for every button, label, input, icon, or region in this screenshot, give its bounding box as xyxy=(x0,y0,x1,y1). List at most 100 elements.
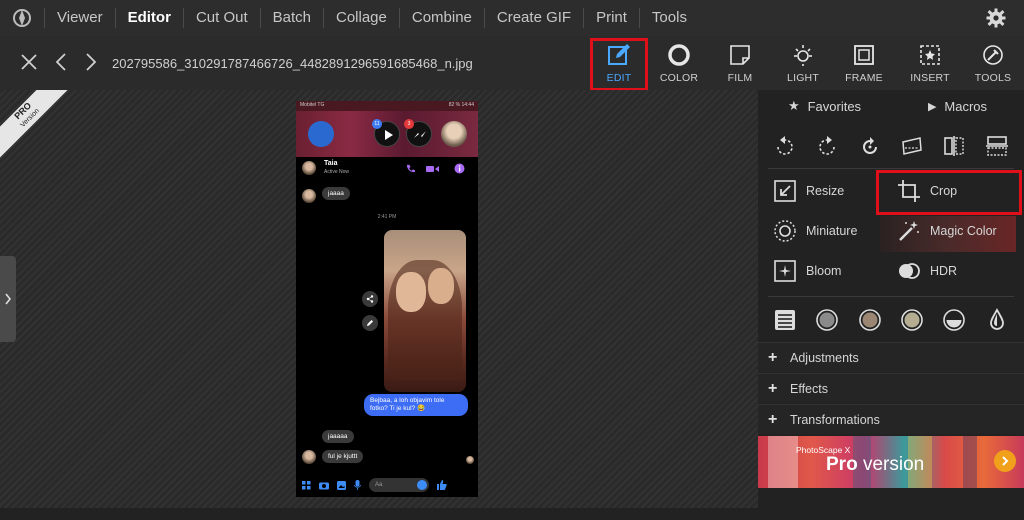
drop-icon[interactable] xyxy=(984,307,1010,333)
hdr-icon xyxy=(896,258,922,284)
edit-panel: ★ Favorites ▶ Macros Resize Crop Miniatu… xyxy=(758,90,1024,508)
tool-tools[interactable]: TOOLS xyxy=(965,40,1021,88)
contact-status: Active Now xyxy=(324,169,350,175)
section-effects[interactable]: + Effects xyxy=(758,373,1024,403)
plus-icon: + xyxy=(768,348,778,366)
section-transformations[interactable]: + Transformations xyxy=(758,404,1024,434)
contact-avatar xyxy=(302,189,316,203)
share-icon xyxy=(362,291,378,307)
arrow-right-icon xyxy=(994,450,1016,472)
photoscape-window: Viewer Editor Cut Out Batch Collage Comb… xyxy=(0,0,1024,520)
bottom-bar xyxy=(0,508,1024,520)
video-call-icon xyxy=(426,166,439,172)
chat-head xyxy=(308,121,334,147)
top-menu-bar: Viewer Editor Cut Out Batch Collage Comb… xyxy=(0,0,1024,36)
pencil-icon xyxy=(362,315,378,331)
contact-name: Taia xyxy=(324,160,338,167)
editor-toolbar: 202795586_310291787466726_44828912965916… xyxy=(0,36,1024,90)
phone-call-icon xyxy=(406,164,415,173)
tool-light[interactable]: LIGHT xyxy=(775,40,831,88)
feature-magic-color[interactable]: Magic Color xyxy=(882,214,997,248)
rotate-left-icon[interactable] xyxy=(771,132,799,160)
message-bubble: jaaaa xyxy=(322,187,350,200)
plus-icon: + xyxy=(768,379,778,397)
tool-insert[interactable]: INSERT xyxy=(902,40,958,88)
info-icon xyxy=(454,163,465,174)
chat-heads-banner: 11 3 xyxy=(296,111,478,157)
feature-hdr[interactable]: HDR xyxy=(882,254,957,288)
feature-miniature[interactable]: Miniature xyxy=(758,214,857,248)
file-name: 202795586_310291787466726_44828912965916… xyxy=(112,56,473,71)
app-logo-icon[interactable] xyxy=(0,0,44,36)
miniature-icon xyxy=(772,218,798,244)
feature-resize[interactable]: Resize xyxy=(758,174,844,208)
flip-vertical-icon[interactable] xyxy=(983,132,1011,160)
menu-tools[interactable]: Tools xyxy=(638,8,699,28)
menu-batch[interactable]: Batch xyxy=(259,8,323,28)
phone-status-bar: Mobitel TG 82 % 14:44 xyxy=(296,101,478,111)
tab-favorites[interactable]: ★ Favorites xyxy=(758,90,891,122)
rotate-free-icon[interactable] xyxy=(856,132,884,160)
apps-grid-icon xyxy=(302,480,311,489)
chevron-right-icon xyxy=(5,293,12,305)
pro-version-label: Pro version xyxy=(826,454,925,475)
panel-divider xyxy=(768,168,1014,169)
filter-sepia-icon[interactable] xyxy=(899,307,925,333)
message-input: Aa xyxy=(369,478,429,492)
composer-bar: Aa xyxy=(296,474,478,496)
section-adjustments[interactable]: + Adjustments xyxy=(758,342,1024,372)
feature-bloom[interactable]: Bloom xyxy=(758,254,841,288)
flip-horizontal-icon[interactable] xyxy=(940,132,968,160)
contact-avatar xyxy=(302,161,316,175)
microphone-icon xyxy=(354,480,361,490)
panel-divider xyxy=(768,296,1014,297)
menu-print[interactable]: Print xyxy=(583,8,639,28)
emoji-icon xyxy=(417,480,427,490)
bloom-icon xyxy=(772,258,798,284)
color-icon xyxy=(666,42,692,68)
profile-chat-head xyxy=(441,121,467,147)
message-bubble: jaaaaa xyxy=(322,430,354,443)
close-icon[interactable] xyxy=(18,50,40,74)
messenger-chat-head: 3 xyxy=(404,119,432,147)
settings-gear-icon[interactable] xyxy=(986,8,1006,28)
menu-viewer[interactable]: Viewer xyxy=(44,8,115,28)
filter-half-icon[interactable] xyxy=(941,307,967,333)
filter-warm-icon[interactable] xyxy=(857,307,883,333)
video-chat-head: 11 xyxy=(372,119,400,147)
frame-icon xyxy=(851,42,877,68)
filter-grey-icon[interactable] xyxy=(814,307,840,333)
resize-icon xyxy=(772,178,798,204)
star-icon: ★ xyxy=(787,98,800,113)
quick-filters-row xyxy=(758,300,1024,340)
message-timestamp: 2:41 PM xyxy=(377,214,397,220)
contact-avatar xyxy=(302,450,316,464)
menu-combine[interactable]: Combine xyxy=(398,8,484,28)
edit-highlight-box xyxy=(590,38,648,91)
tool-frame[interactable]: FRAME xyxy=(836,40,892,88)
tool-color[interactable]: COLOR xyxy=(651,40,707,88)
expand-sidebar-tab[interactable] xyxy=(0,256,16,342)
gallery-icon xyxy=(337,480,346,490)
light-icon xyxy=(790,42,816,68)
message-bubble: ful je kjuttt xyxy=(322,450,364,463)
rotate-right-icon[interactable] xyxy=(813,132,841,160)
tab-macros[interactable]: ▶ Macros xyxy=(891,90,1024,122)
menu-collage[interactable]: Collage xyxy=(322,8,399,28)
pro-version-ribbon[interactable]: PRO Version xyxy=(0,90,70,160)
previous-image-icon[interactable] xyxy=(50,50,72,74)
tool-film[interactable]: FILM xyxy=(712,40,768,88)
play-icon: ▶ xyxy=(927,100,937,113)
tools-icon xyxy=(980,42,1006,68)
insert-icon xyxy=(917,42,943,68)
menu-lines-icon[interactable] xyxy=(772,307,798,333)
menu-create-gif[interactable]: Create GIF xyxy=(483,8,583,28)
chat-header: Taia Active Now xyxy=(296,157,478,181)
thumbs-up-icon xyxy=(437,480,447,490)
menu-editor[interactable]: Editor xyxy=(114,8,183,28)
menu-cut-out[interactable]: Cut Out xyxy=(182,8,260,28)
next-image-icon[interactable] xyxy=(80,50,102,74)
straighten-icon[interactable] xyxy=(898,132,926,160)
camera-icon xyxy=(319,482,329,489)
pro-version-banner[interactable]: PhotoScape X Pro version xyxy=(758,436,1024,488)
